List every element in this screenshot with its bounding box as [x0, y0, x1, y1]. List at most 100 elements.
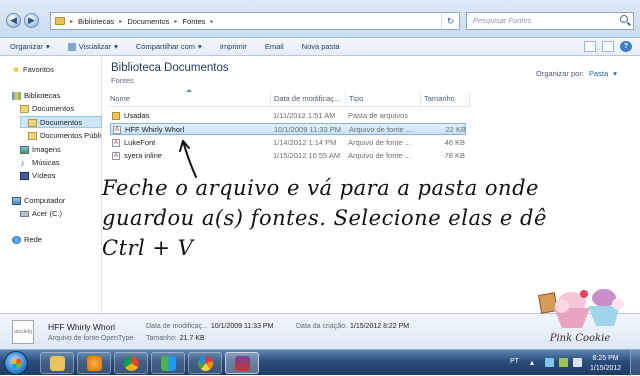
file-name: LukeFont [124, 138, 156, 147]
documents-icon [20, 104, 29, 113]
sidebar-item-favorites[interactable]: Favoritos [12, 65, 54, 74]
sidebar-item-my-documents[interactable]: Documentos [28, 118, 82, 127]
breadcrumb[interactable]: ▸ Bibliotecas ▸ Documentos ▸ Fontes ▸ ↻ [50, 12, 460, 30]
address-bar: ◀ ▶ ▸ Bibliotecas ▸ Documentos ▸ Fontes … [0, 0, 640, 38]
font-thumbnail: abcdefg [12, 320, 34, 344]
sidebar-item-network[interactable]: Rede [12, 235, 42, 244]
volume-icon[interactable] [573, 358, 582, 367]
search-input[interactable]: Pesquisar Fontes [466, 12, 634, 30]
breadcrumb-libraries[interactable]: Bibliotecas [78, 17, 114, 26]
system-clock[interactable]: 8:25 PM 1/15/2012 [590, 354, 621, 374]
file-row[interactable]: HFF Whirly Whorl10/1/2009 11:33 PMArquiv… [110, 123, 466, 136]
email-button[interactable]: Email [265, 42, 284, 51]
file-date: 10/1/2009 11:33 PM [274, 125, 341, 134]
command-bar: Organizar ▾ Visualizar ▾ Compartilhar com ▾… [0, 38, 640, 56]
hard-drive-icon [20, 210, 29, 217]
organize-button[interactable]: Organizar ▾ [10, 42, 50, 51]
arrange-by-dropdown[interactable]: Pasta [589, 69, 608, 78]
view-options-icon[interactable] [584, 41, 596, 52]
breadcrumb-fonts[interactable]: Fontes [182, 17, 205, 26]
details-modified: Data de modificaç... 10/1/2009 11:33 PM [146, 323, 274, 330]
sidebar-item-images[interactable]: Imagens [20, 145, 61, 154]
clock-date: 1/15/2012 [590, 365, 622, 372]
action-center-icon[interactable] [545, 358, 554, 367]
taskbar-messenger-button[interactable] [151, 352, 185, 374]
picasa-icon [198, 356, 213, 371]
font-file-icon [113, 124, 121, 136]
file-date: 1/14/2012 1:14 PM [273, 138, 337, 147]
refresh-icon[interactable]: ↻ [441, 13, 459, 29]
chevron-down-icon: ▾ [114, 42, 118, 51]
language-indicator[interactable]: PT [510, 358, 519, 365]
show-desktop-button[interactable] [630, 350, 640, 376]
search-placeholder: Pesquisar Fontes [473, 16, 532, 25]
view-button[interactable]: Visualizar ▾ [67, 42, 118, 51]
file-size: 46 KB [444, 138, 465, 147]
column-header-type[interactable]: Tipo [347, 92, 421, 106]
sidebar-item-public-documents[interactable]: Documentos Públi [28, 131, 101, 140]
instruction-line-2: guardou a(s) fontes. Selecione elas e dê [102, 206, 547, 230]
taskbar-explorer-button[interactable] [40, 352, 74, 374]
taskbar-media-player-button[interactable] [77, 352, 111, 374]
details-file-type: Arquivo de fonte OpenType [48, 335, 134, 342]
images-icon [20, 145, 29, 154]
show-hidden-icons[interactable]: ▴ [530, 358, 539, 367]
library-subtitle: Fontes [111, 76, 134, 85]
sidebar-item-libraries[interactable]: Bibliotecas [12, 91, 60, 100]
winrar-icon [235, 356, 250, 371]
file-size: 22 KB [445, 125, 466, 134]
file-type: Arquivo de fonte ... [349, 125, 412, 134]
help-icon[interactable]: ? [620, 41, 632, 52]
forward-button[interactable]: ▶ [24, 13, 39, 28]
chevron-down-icon: ▾ [45, 42, 50, 51]
taskbar-chrome-button[interactable] [114, 352, 148, 374]
folder-icon [112, 112, 120, 120]
file-row[interactable]: LukeFont 1/14/2012 1:14 PM Arquivo de font… [110, 137, 466, 149]
font-file-icon [112, 150, 120, 162]
taskbar: PT ▴ 8:25 PM 1/15/2012 [0, 349, 640, 376]
back-button[interactable]: ◀ [6, 13, 21, 28]
preview-pane-icon[interactable] [602, 41, 614, 52]
network-status-icon[interactable] [559, 358, 568, 367]
folder-icon [50, 356, 65, 371]
chevron-down-icon[interactable]: ▾ [613, 69, 617, 78]
details-size: Tamanho: 21.7 KB [146, 335, 205, 342]
column-header-size[interactable]: Tamanho [422, 92, 470, 106]
print-button[interactable]: Imprimir [220, 42, 247, 51]
sidebar-item-music[interactable]: ♪ Músicas [20, 158, 60, 167]
file-name: Usadas [124, 111, 150, 120]
chevron-right-icon: ▸ [210, 18, 214, 25]
column-header-name[interactable]: Nome [108, 92, 271, 106]
media-player-icon [87, 356, 102, 371]
search-icon[interactable] [620, 15, 628, 23]
column-header-date[interactable]: Data de modificaç... [272, 92, 346, 106]
taskbar-winrar-button[interactable] [225, 352, 259, 374]
share-button[interactable]: Compartilhar com ▾ [136, 42, 202, 51]
details-file-name: HFF Whirly Whorl [48, 322, 116, 332]
folder-icon [28, 131, 37, 140]
windows-logo-icon [12, 358, 21, 369]
pink-cookie-logo: Pink Cookie [537, 289, 624, 344]
file-row[interactable]: Usadas 1/11/2012 1:51 AM Pasta de arquivos [110, 110, 466, 122]
computer-icon [12, 196, 21, 205]
sidebar-item-documents[interactable]: Documentos [20, 104, 74, 113]
new-folder-button[interactable]: Nova pasta [302, 42, 340, 51]
star-icon [12, 65, 20, 73]
chevron-right-icon: ▸ [70, 18, 74, 25]
taskbar-picasa-button[interactable] [188, 352, 222, 374]
font-file-icon [112, 137, 120, 149]
music-note-icon: ♪ [20, 157, 25, 168]
file-row[interactable]: syera inline 1/15/2012 10:55 AM Arquivo de… [110, 150, 466, 162]
sidebar-item-videos[interactable]: Vídeos [20, 171, 55, 180]
breadcrumb-documents[interactable]: Documentos [127, 17, 169, 26]
sidebar-item-drive-c[interactable]: Acer (C:) [20, 209, 62, 218]
arrange-by-label: Organizar por: [536, 69, 584, 78]
header-divider [108, 106, 470, 107]
sidebar-item-computer[interactable]: Computador [12, 196, 65, 205]
chevron-right-icon: ▸ [174, 18, 178, 25]
start-button[interactable] [4, 351, 28, 375]
instruction-text: Feche o arquivo e vá para a pasta onde g… [102, 173, 572, 263]
chevron-down-icon: ▾ [198, 42, 202, 51]
instruction-line-3: Ctrl + V [102, 236, 194, 260]
chrome-icon [124, 356, 139, 371]
